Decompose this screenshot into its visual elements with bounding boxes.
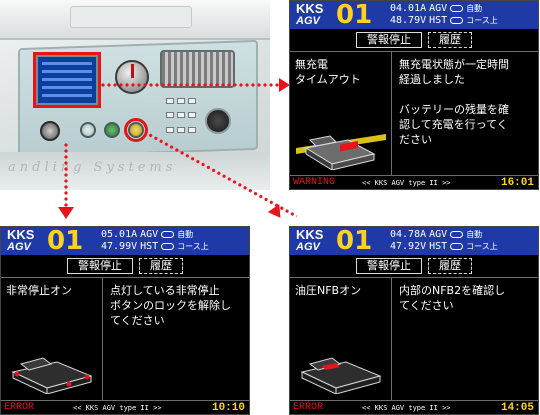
tab-history[interactable]: 履歴 <box>428 258 472 274</box>
oval-indicator-icon <box>161 230 175 238</box>
hst-label: HST <box>429 15 448 26</box>
version-label: << KKS AGV type II >> <box>362 179 451 187</box>
alarm-message-column: 点灯している非常停止 ボタンのロックを解除し てください <box>104 278 249 402</box>
alarm-message-column: 無充電状態が一定時間 経過しました バッテリーの残量を確 認して充電を行ってく … <box>393 52 538 177</box>
alarm-title-column: 油圧NFBオン <box>290 278 392 402</box>
agv-label: AGV <box>296 241 320 253</box>
emergency-dial <box>205 108 231 134</box>
alarm-message: 無充電状態が一定時間 経過しました バッテリーの残量を確 認して充電を行ってく … <box>399 58 509 146</box>
status-line-2: 47.99V HST コース上 <box>101 241 212 253</box>
course-label: コース上 <box>177 242 209 251</box>
voltage-value: 47.92V <box>390 241 427 252</box>
brand-label: KKS <box>7 227 35 242</box>
alarm-message: 点灯している非常停止 ボタンのロックを解除し てください <box>110 284 231 327</box>
oval-indicator-icon <box>450 230 464 238</box>
clock-time: 10:10 <box>211 402 245 414</box>
status-line-1: 05.01A AGV 自動 <box>101 229 196 241</box>
alarm-title-column: 非常停止オン <box>1 278 103 402</box>
callout-line-right <box>100 83 280 87</box>
alarm-title: 非常停止オン <box>6 284 72 297</box>
voltage-value: 48.79V <box>390 15 427 26</box>
alarm-title-column: 無充電 タイムアウト <box>290 52 392 177</box>
screen-tabs: 警報停止 履歴 <box>290 255 538 277</box>
agv-label: AGV <box>296 15 320 27</box>
oval-indicator-icon <box>450 242 464 250</box>
brand-label: KKS <box>296 1 324 16</box>
status-line-2: 47.92V HST コース上 <box>390 241 501 253</box>
oval-indicator-icon <box>450 4 464 12</box>
lcd-highlight-frame <box>33 52 101 108</box>
alarm-body: 非常停止オン 点灯している非常停止 ボタンのロックを解除し てください <box>1 277 249 402</box>
control-panel-photo: andling Systems <box>0 0 270 190</box>
status-badge: ERROR <box>293 402 324 413</box>
oval-indicator-icon <box>161 242 175 250</box>
tab-history[interactable]: 履歴 <box>428 32 472 48</box>
key-switch <box>40 121 60 141</box>
selector-knob <box>115 60 149 94</box>
status-badge: ERROR <box>4 402 35 413</box>
course-label: コース上 <box>466 242 498 251</box>
green-button <box>104 122 120 138</box>
oval-indicator-icon <box>450 16 464 24</box>
current-value: 04.78A <box>390 229 427 240</box>
current-value: 05.01A <box>101 229 138 240</box>
version-label: << KKS AGV type II >> <box>362 404 451 412</box>
alarm-message-column: 内部のNFB2を確認し てください <box>393 278 538 402</box>
alarm-body: 油圧NFBオン 内部のNFB2を確認し てください <box>290 277 538 402</box>
alarm-title: 無充電 タイムアウト <box>295 58 361 86</box>
screen-header: KKS AGV 01 04.01A AGV 自動 48.79V HST コース上 <box>290 1 538 29</box>
brand-label: KKS <box>296 227 324 242</box>
vehicle-number: 01 <box>336 0 373 30</box>
screen-footer: WARNING << KKS AGV type II >> 16:01 <box>290 175 538 189</box>
tab-alarm-stop[interactable]: 警報停止 <box>356 258 422 274</box>
vehicle-number: 01 <box>47 226 84 256</box>
status-line-1: 04.01A AGV 自動 <box>390 3 485 15</box>
white-button <box>80 122 96 138</box>
cabinet-top <box>0 0 270 40</box>
callout-line-down <box>64 142 68 209</box>
screen-error-nfb: KKS AGV 01 04.78A AGV 自動 47.92V HST コース上 警報停… <box>289 226 539 415</box>
tab-history[interactable]: 履歴 <box>139 258 183 274</box>
status-line-2: 48.79V HST コース上 <box>390 15 501 27</box>
auto-mode-label: 自動 <box>466 230 483 239</box>
hst-label: HST <box>140 241 159 252</box>
keypad <box>166 98 196 138</box>
alarm-body: 無充電 タイムアウト 無充電状態が一定時間 経過しました バッテリーの残量を確 … <box>290 51 538 177</box>
agv-vehicle-icon <box>11 357 93 394</box>
photo-footer-text: andling Systems <box>8 160 177 175</box>
hst-label: HST <box>429 241 448 252</box>
screen-warning-no-charge: KKS AGV 01 04.01A AGV 自動 48.79V HST コース上 警報停… <box>289 0 539 190</box>
screen-header: KKS AGV 01 05.01A AGV 自動 47.99V HST コース上 <box>1 227 249 255</box>
screen-tabs: 警報停止 履歴 <box>290 29 538 51</box>
clock-time: 14:05 <box>500 402 534 414</box>
status-line-1: 04.78A AGV 自動 <box>390 229 485 241</box>
course-label: コース上 <box>466 16 498 25</box>
screen-error-emergency-stop: KKS AGV 01 05.01A AGV 自動 47.99V HST コース上 警報停… <box>0 226 250 415</box>
tab-alarm-stop[interactable]: 警報停止 <box>67 258 133 274</box>
auto-mode-label: 自動 <box>466 4 483 13</box>
agv-mode-label: AGV <box>140 229 159 240</box>
alarm-message: 内部のNFB2を確認し てください <box>399 284 506 312</box>
alarm-title: 油圧NFBオン <box>295 284 362 297</box>
callout-arrow-down <box>58 207 74 219</box>
current-value: 04.01A <box>390 3 427 14</box>
agv-mode-label: AGV <box>429 3 448 14</box>
tab-alarm-stop[interactable]: 警報停止 <box>356 32 422 48</box>
voltage-value: 47.99V <box>101 241 138 252</box>
screen-footer: ERROR << KKS AGV type II >> 10:10 <box>1 400 249 414</box>
auto-mode-label: 自動 <box>177 230 194 239</box>
status-badge: WARNING <box>293 177 336 188</box>
agv-label: AGV <box>7 241 31 253</box>
screen-footer: ERROR << KKS AGV type II >> 14:05 <box>290 400 538 414</box>
vehicle-number: 01 <box>336 226 373 256</box>
agv-vehicle-icon <box>300 357 382 394</box>
screen-header: KKS AGV 01 04.78A AGV 自動 47.92V HST コース上 <box>290 227 538 255</box>
agv-vehicle-icon <box>296 134 386 170</box>
agv-mode-label: AGV <box>429 229 448 240</box>
version-label: << KKS AGV type II >> <box>73 404 162 412</box>
yellow-button-highlight <box>124 118 148 142</box>
clock-time: 16:01 <box>500 177 534 189</box>
screen-tabs: 警報停止 履歴 <box>1 255 249 277</box>
